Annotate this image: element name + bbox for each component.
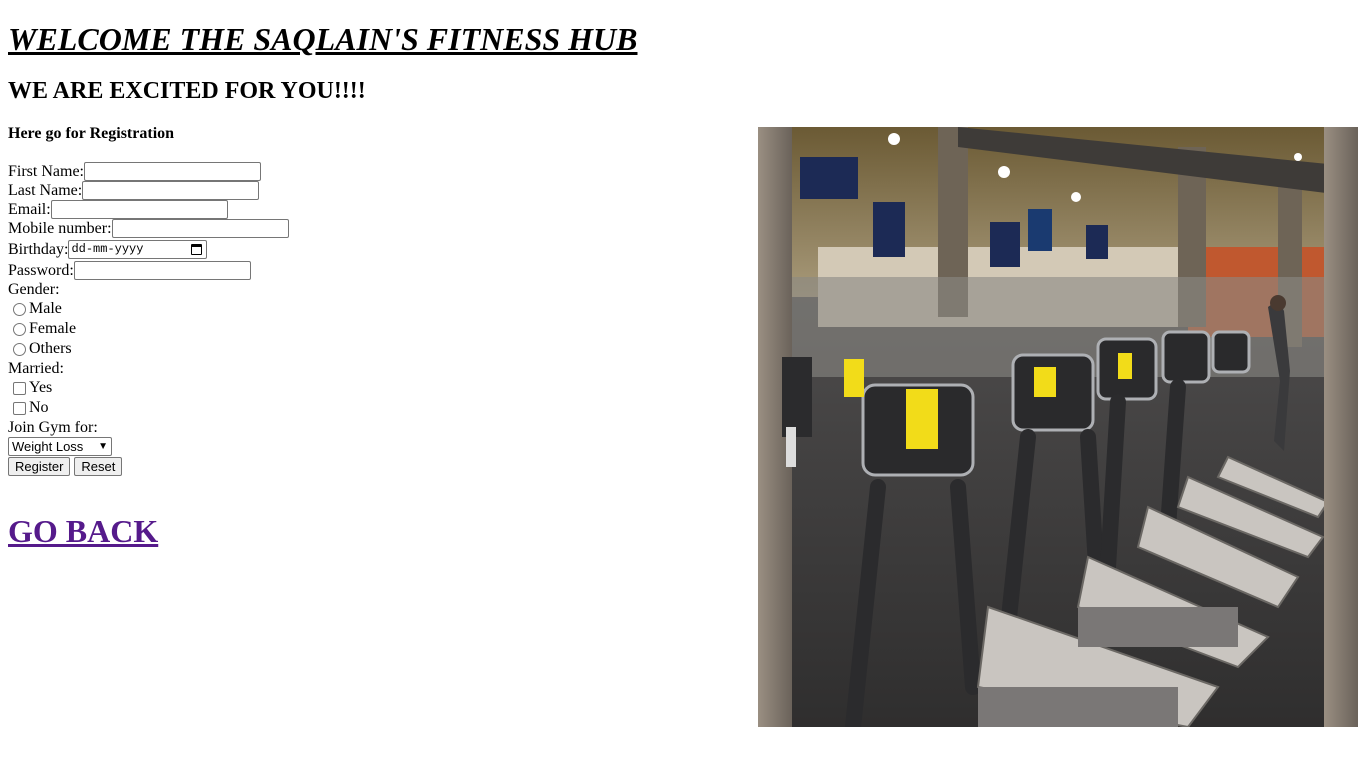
password-row: Password:: [8, 261, 748, 280]
gym-photo-illustration: [758, 127, 1358, 727]
calendar-icon[interactable]: [191, 244, 203, 255]
register-button[interactable]: Register: [8, 457, 71, 476]
mobile-field[interactable]: [111, 219, 289, 238]
gym-photo: [758, 127, 1358, 727]
page-title: WELCOME THE SAQLAIN'S FITNESS HUB: [8, 21, 638, 57]
first-name-row: First Name:: [8, 162, 748, 181]
page-subtitle: WE ARE EXCITED FOR YOU!!!!: [8, 78, 366, 104]
join-gym-label: Join Gym for:: [8, 419, 98, 436]
join-gym-select[interactable]: Weight Loss ▼: [8, 437, 112, 456]
gender-option-female[interactable]: Female: [8, 319, 748, 339]
birthday-placeholder: dd-mm-yyyy: [71, 242, 144, 256]
password-label: Password:: [8, 262, 74, 279]
page-content: WELCOME THE SAQLAIN'S FITNESS HUB WE ARE…: [8, 0, 748, 550]
gender-others-label: Others: [29, 340, 72, 357]
gender-others-radio[interactable]: [13, 342, 26, 356]
married-label: Married:: [8, 360, 64, 377]
join-gym-row: Weight Loss ▼: [8, 437, 748, 456]
email-row: Email:: [8, 200, 748, 219]
married-option-no[interactable]: No: [8, 398, 748, 418]
birthday-row: Birthday: dd-mm-yyyy: [8, 240, 748, 259]
last-name-field[interactable]: [82, 181, 260, 200]
form-buttons: Register Reset: [8, 457, 748, 476]
mobile-row: Mobile number:: [8, 219, 748, 238]
last-name-row: Last Name:: [8, 181, 748, 200]
married-no-checkbox[interactable]: [13, 401, 26, 415]
section-heading: Here go for Registration: [8, 125, 175, 142]
first-name-field[interactable]: [84, 162, 261, 181]
registration-form: First Name: Last Name: Email: Mobile num…: [8, 162, 748, 476]
mobile-label: Mobile number:: [8, 220, 112, 237]
chevron-down-icon: ▼: [98, 441, 108, 452]
go-back-link[interactable]: GO BACK: [8, 513, 748, 550]
married-yes-checkbox[interactable]: [13, 381, 26, 395]
gender-male-label: Male: [29, 300, 62, 317]
gender-label: Gender:: [8, 281, 60, 298]
married-option-yes[interactable]: Yes: [8, 378, 748, 398]
email-label: Email:: [8, 201, 51, 218]
birthday-field[interactable]: dd-mm-yyyy: [68, 240, 208, 259]
last-name-label: Last Name:: [8, 182, 83, 199]
email-field[interactable]: [50, 200, 228, 219]
birthday-label: Birthday:: [8, 241, 69, 258]
reset-button[interactable]: Reset: [74, 457, 123, 476]
married-yes-label: Yes: [29, 379, 53, 396]
married-no-label: No: [29, 399, 49, 416]
gender-female-radio[interactable]: [13, 322, 26, 336]
gender-female-label: Female: [29, 320, 77, 337]
gender-option-others[interactable]: Others: [8, 339, 748, 359]
gender-option-male[interactable]: Male: [8, 299, 748, 319]
gender-male-radio[interactable]: [13, 302, 26, 316]
join-gym-selected: Weight Loss: [12, 439, 84, 454]
password-field[interactable]: [73, 261, 251, 280]
first-name-label: First Name:: [8, 163, 84, 180]
